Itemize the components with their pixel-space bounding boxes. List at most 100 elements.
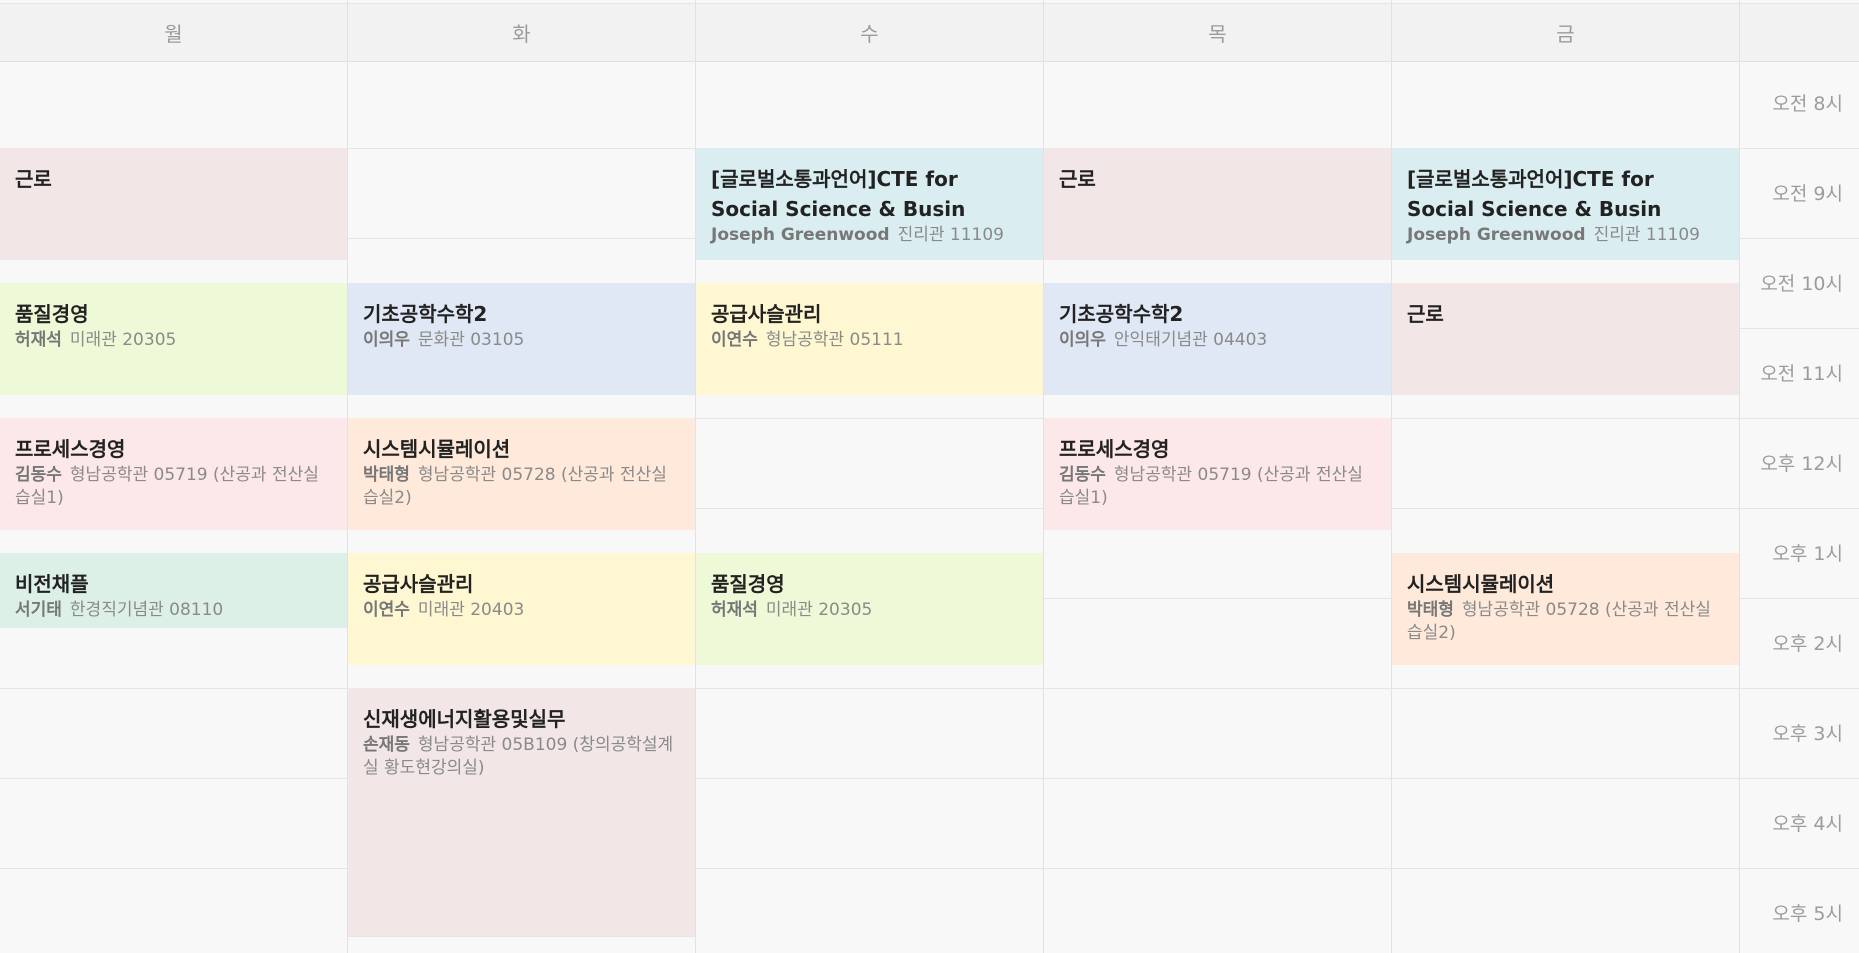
- hour-line: [1044, 688, 1391, 689]
- course-title: [글로벌소통과언어]CTE for Social Science & Busin: [711, 167, 966, 221]
- course-info: 허재석 미래관 20305: [711, 599, 1029, 622]
- day-header-mon: 월: [0, 3, 347, 62]
- course-info: 이의우 문화관 03105: [363, 329, 681, 352]
- day-header-fri: 금: [1392, 3, 1739, 62]
- hour-line: [348, 148, 695, 149]
- course-professor: Joseph Greenwood: [1407, 225, 1586, 245]
- course-title: 근로: [1407, 302, 1444, 326]
- hour-line: [696, 418, 1043, 419]
- timetable: 월 근로 품질경영 허재석 미래관 20305 프로세스경영 김동수 형남공학관 0…: [0, 0, 1859, 953]
- course-block[interactable]: 시스템시뮬레이션 박태형 형남공학관 05728 (산공과 전산실습실2): [348, 418, 695, 530]
- time-label: 오전 8시: [1772, 93, 1843, 115]
- course-block[interactable]: 신재생에너지활용및실무 손재동 형남공학관 05B109 (창의공학설계실 황도현…: [348, 688, 695, 936]
- course-room: 미래관 20305: [765, 600, 873, 620]
- course-info: 박태형 형남공학관 05728 (산공과 전산실습실2): [363, 464, 681, 510]
- day-header-thu: 목: [1044, 3, 1391, 62]
- hour-line: [0, 778, 347, 779]
- day-column-thu: 목 근로 기초공학수학2 이의우 안익태기념관 04403 프로세스경영 김동수 형…: [1044, 0, 1392, 953]
- course-info: 이의우 안익태기념관 04403: [1059, 329, 1377, 352]
- day-header-wed: 수: [696, 3, 1043, 62]
- course-title: 기초공학수학2: [1059, 302, 1184, 326]
- course-professor: 이의우: [1059, 330, 1106, 350]
- hour-line: [696, 508, 1043, 509]
- course-title: 공급사슬관리: [711, 302, 822, 326]
- course-professor: 허재석: [711, 600, 758, 620]
- course-info: 김동수 형남공학관 05719 (산공과 전산실습실1): [15, 464, 333, 510]
- course-block[interactable]: 품질경영 허재석 미래관 20305: [0, 283, 347, 395]
- hour-line: [1044, 868, 1391, 869]
- course-professor: Joseph Greenwood: [711, 225, 890, 245]
- time-label: 오전 10시: [1760, 273, 1843, 295]
- time-label: 오후 12시: [1760, 453, 1843, 475]
- hour-line: [1740, 238, 1859, 239]
- time-label: 오후 2시: [1772, 633, 1843, 655]
- day-header-tue: 화: [348, 3, 695, 62]
- course-professor: 이연수: [711, 330, 758, 350]
- time-label: 오전 11시: [1760, 363, 1843, 385]
- course-room: 미래관 20403: [417, 600, 525, 620]
- hour-line: [1044, 778, 1391, 779]
- hour-line: [1740, 418, 1859, 419]
- time-label: 오후 5시: [1772, 903, 1843, 925]
- course-block[interactable]: 프로세스경영 김동수 형남공학관 05719 (산공과 전산실습실1): [1044, 418, 1391, 530]
- course-title: 품질경영: [15, 302, 89, 326]
- course-room: 미래관 20305: [69, 330, 177, 350]
- course-professor: 허재석: [15, 330, 62, 350]
- course-title: 품질경영: [711, 572, 785, 596]
- course-professor: 서기태: [15, 600, 62, 620]
- course-info: 허재석 미래관 20305: [15, 329, 333, 352]
- course-room: 한경직기념관 08110: [69, 600, 224, 620]
- hour-line: [696, 688, 1043, 689]
- hour-line: [696, 778, 1043, 779]
- course-professor: 박태형: [363, 465, 410, 485]
- course-title: 기초공학수학2: [363, 302, 488, 326]
- course-title: 비전채플: [15, 572, 89, 596]
- hour-line: [1392, 778, 1739, 779]
- course-professor: 손재동: [363, 735, 410, 755]
- hour-line: [0, 868, 347, 869]
- hour-line: [1392, 868, 1739, 869]
- course-block[interactable]: 근로: [1392, 283, 1739, 395]
- course-professor: 김동수: [1059, 465, 1106, 485]
- course-block[interactable]: 기초공학수학2 이의우 문화관 03105: [348, 283, 695, 395]
- course-title: 시스템시뮬레이션: [363, 437, 511, 461]
- course-room: 문화관 03105: [417, 330, 525, 350]
- course-block[interactable]: 비전채플 서기태 한경직기념관 08110: [0, 553, 347, 628]
- hour-line: [1740, 868, 1859, 869]
- day-column-mon: 월 근로 품질경영 허재석 미래관 20305 프로세스경영 김동수 형남공학관 0…: [0, 0, 348, 953]
- course-block[interactable]: 기초공학수학2 이의우 안익태기념관 04403: [1044, 283, 1391, 395]
- time-column: 오전 8시 오전 9시 오전 10시 오전 11시 오후 12시 오후 1시 오…: [1740, 0, 1859, 953]
- course-block[interactable]: 근로: [1044, 148, 1391, 260]
- day-column-wed: 수 [글로벌소통과언어]CTE for Social Science & Bus…: [696, 0, 1044, 953]
- course-block[interactable]: 프로세스경영 김동수 형남공학관 05719 (산공과 전산실습실1): [0, 418, 347, 530]
- course-room: 형남공학관 05111: [765, 330, 904, 350]
- course-info: 손재동 형남공학관 05B109 (창의공학설계실 황도현강의실): [363, 734, 681, 780]
- hour-line: [1392, 688, 1739, 689]
- course-info: Joseph Greenwood 진리관 11109: [711, 224, 1029, 247]
- time-label: 오전 9시: [1772, 183, 1843, 205]
- course-title: 근로: [1059, 167, 1096, 191]
- course-title: 신재생에너지활용및실무: [363, 707, 566, 731]
- hour-line: [1740, 688, 1859, 689]
- course-block[interactable]: [글로벌소통과언어]CTE for Social Science & Busin…: [1392, 148, 1739, 260]
- course-block[interactable]: 품질경영 허재석 미래관 20305: [696, 553, 1043, 665]
- course-block[interactable]: 근로: [0, 148, 347, 260]
- course-title: 프로세스경영: [1059, 437, 1170, 461]
- course-block[interactable]: 공급사슬관리 이연수 형남공학관 05111: [696, 283, 1043, 395]
- course-block[interactable]: 공급사슬관리 이연수 미래관 20403: [348, 553, 695, 665]
- hour-line: [1740, 598, 1859, 599]
- hour-line: [1392, 418, 1739, 419]
- time-label: 오후 1시: [1772, 543, 1843, 565]
- hour-line: [1044, 598, 1391, 599]
- time-column-header: [1740, 3, 1859, 62]
- course-professor: 김동수: [15, 465, 62, 485]
- hour-line: [1392, 508, 1739, 509]
- course-block[interactable]: [글로벌소통과언어]CTE for Social Science & Busin…: [696, 148, 1043, 260]
- course-professor: 박태형: [1407, 600, 1454, 620]
- course-title: 시스템시뮬레이션: [1407, 572, 1555, 596]
- day-column-tue: 화 기초공학수학2 이의우 문화관 03105 시스템시뮬레이션 박태형 형남공학관…: [348, 0, 696, 953]
- course-info: Joseph Greenwood 진리관 11109: [1407, 224, 1725, 247]
- time-label: 오후 4시: [1772, 813, 1843, 835]
- course-professor: 이의우: [363, 330, 410, 350]
- course-block[interactable]: 시스템시뮬레이션 박태형 형남공학관 05728 (산공과 전산실습실2): [1392, 553, 1739, 665]
